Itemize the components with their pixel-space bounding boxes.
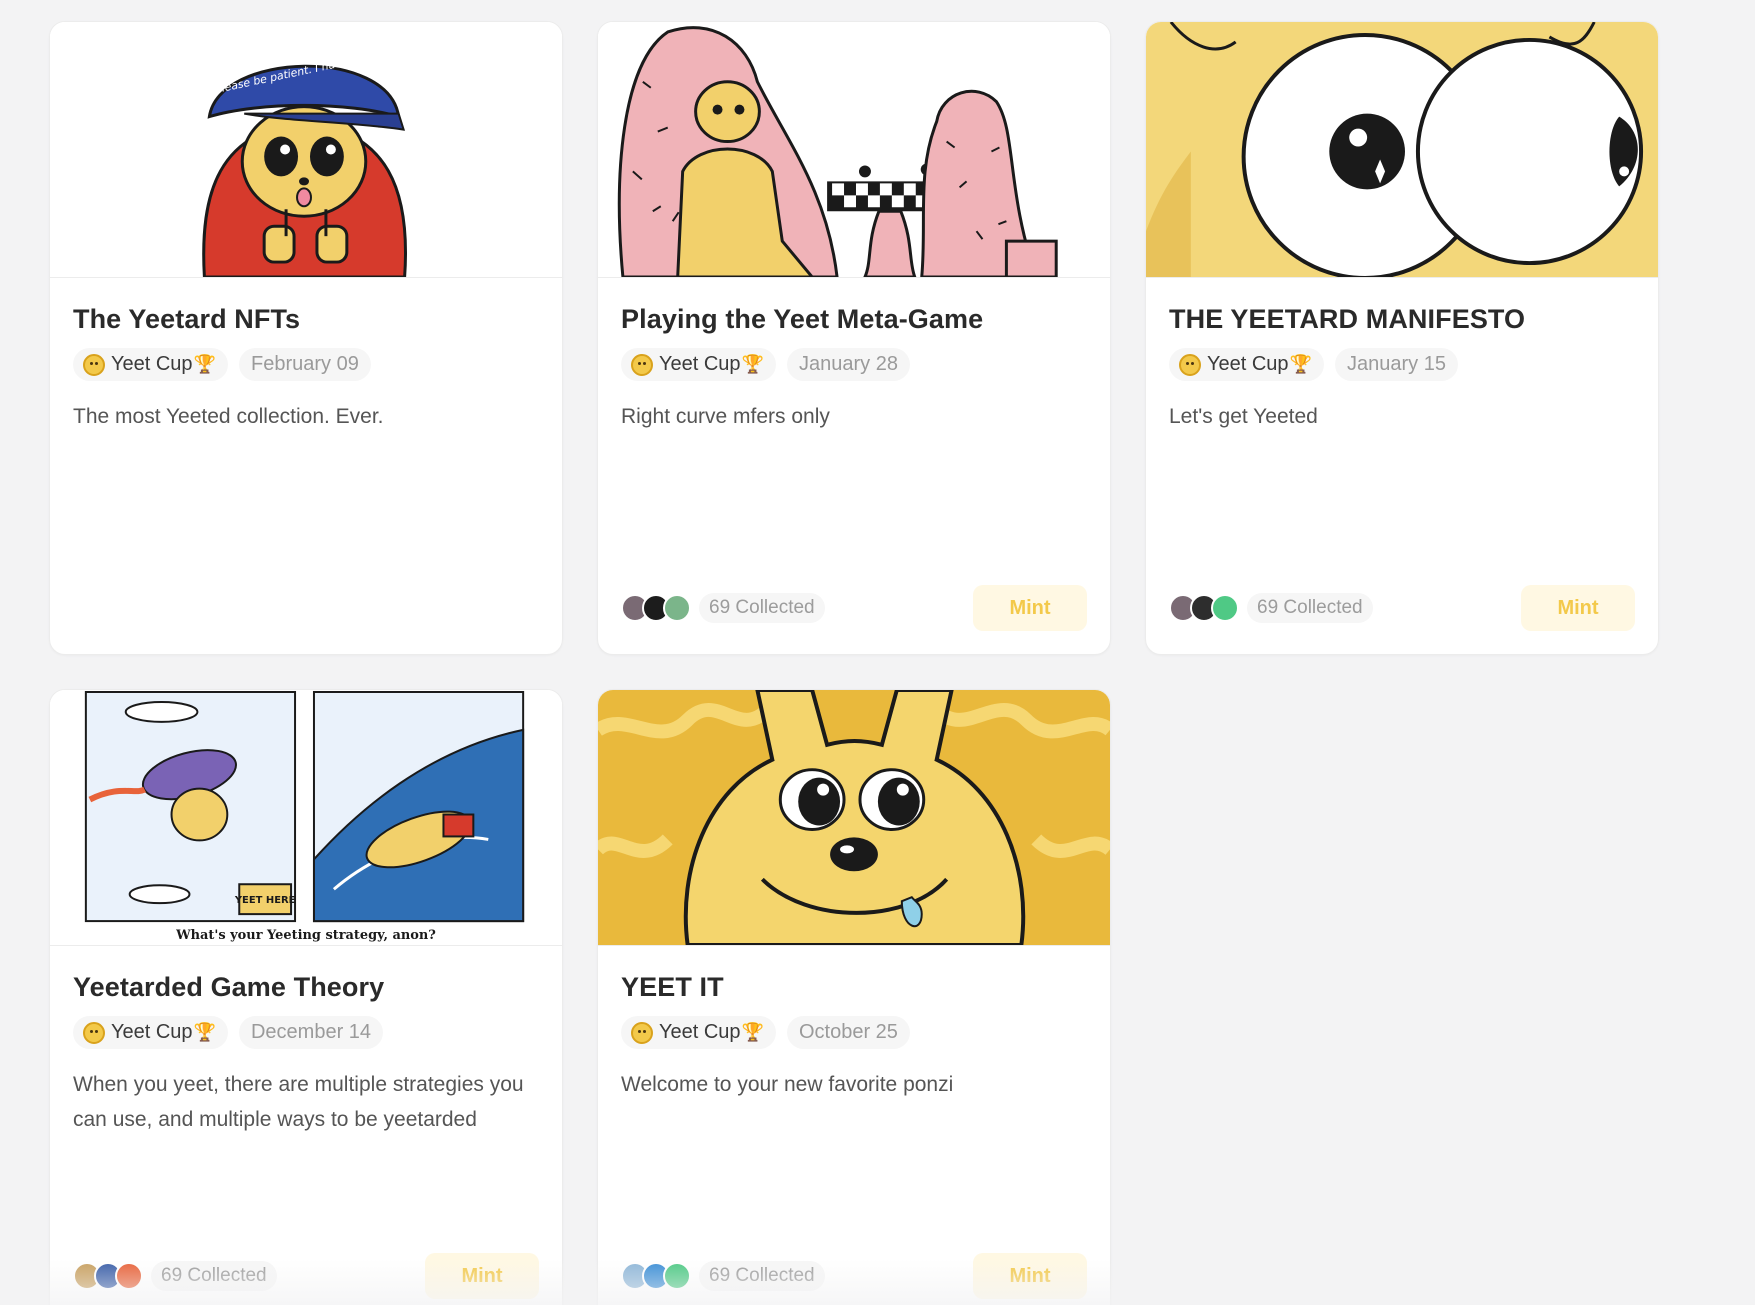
creator-name: Yeet Cup <box>1207 353 1289 375</box>
nft-collection-grid: Please be patient. I have yeetism. The Y… <box>49 21 1659 1305</box>
trophy-icon: 🏆 <box>741 1022 764 1042</box>
collection-description: Let's get Yeeted <box>1169 405 1318 428</box>
collected-count: 69 Collected <box>1247 593 1373 623</box>
collection-description: Right curve mfers only <box>621 405 830 428</box>
date-pill: December 14 <box>238 1016 384 1049</box>
collected-count: 69 Collected <box>151 1261 277 1291</box>
trophy-icon: 🏆 <box>193 1022 216 1042</box>
collection-card-yeet-it[interactable]: YEET IT Yeet Cup 🏆 October 25 Welcome to… <box>597 689 1111 1305</box>
collector-avatars <box>73 1262 143 1290</box>
collected-count: 69 Collected <box>699 1261 825 1291</box>
trophy-icon: 🏆 <box>741 354 764 374</box>
avatar <box>1211 594 1239 622</box>
collection-title[interactable]: Yeetarded Game Theory <box>73 970 539 1004</box>
collection-thumbnail: YEET HERE What's your Yeeting strategy, … <box>50 690 562 946</box>
collectors-summary[interactable]: 69 Collected <box>621 1261 825 1291</box>
mint-button[interactable]: Mint <box>973 585 1087 631</box>
collection-description: The most Yeeted collection. Ever. <box>73 405 384 428</box>
avatar <box>115 1262 143 1290</box>
creator-name: Yeet Cup <box>659 353 741 375</box>
avatar <box>663 594 691 622</box>
collectors-summary[interactable]: 69 Collected <box>73 1261 277 1291</box>
collection-thumbnail <box>598 690 1110 946</box>
yeet-cup-coin-icon <box>631 353 653 376</box>
creator-pill[interactable]: Yeet Cup 🏆 <box>1169 348 1324 381</box>
trophy-icon: 🏆 <box>193 354 216 374</box>
mint-button[interactable]: Mint <box>1521 585 1635 631</box>
collection-title[interactable]: THE YEETARD MANIFESTO <box>1169 302 1635 336</box>
yeet-here-sign: YEET HERE <box>234 895 296 906</box>
collector-avatars <box>1169 594 1239 622</box>
creator-pill[interactable]: Yeet Cup 🏆 <box>73 1016 228 1049</box>
chess-meta-game-illustration <box>598 22 1110 277</box>
collection-title[interactable]: Playing the Yeet Meta-Game <box>621 302 1087 336</box>
collectors-summary[interactable]: 69 Collected <box>1169 593 1373 623</box>
collection-card-yeetard-nfts[interactable]: Please be patient. I have yeetism. The Y… <box>49 21 563 655</box>
collector-avatars <box>621 594 691 622</box>
creator-name: Yeet Cup <box>111 1021 193 1043</box>
creator-pill[interactable]: Yeet Cup 🏆 <box>621 348 776 381</box>
date-pill: January 28 <box>786 348 910 381</box>
trophy-icon: 🏆 <box>1289 354 1312 374</box>
game-theory-comic-illustration: YEET HERE What's your Yeeting strategy, … <box>50 690 562 945</box>
date-pill: February 09 <box>238 348 371 381</box>
creator-name: Yeet Cup <box>659 1021 741 1043</box>
collection-card-yeetard-manifesto[interactable]: THE YEETARD MANIFESTO Yeet Cup 🏆 January… <box>1145 21 1659 655</box>
collection-title[interactable]: The Yeetard NFTs <box>73 302 539 336</box>
collection-description: Welcome to your new favorite ponzi <box>621 1073 954 1096</box>
mint-button[interactable]: Mint <box>425 1253 539 1299</box>
avatar <box>663 1262 691 1290</box>
yeet-face-illustration <box>598 690 1110 945</box>
comic-caption: What's your Yeeting strategy, anon? <box>175 928 436 943</box>
yeet-cup-coin-icon <box>631 1021 653 1044</box>
creator-pill[interactable]: Yeet Cup 🏆 <box>73 348 228 381</box>
collector-avatars <box>621 1262 691 1290</box>
creator-name: Yeet Cup <box>111 353 193 375</box>
big-eyes-illustration <box>1146 22 1658 277</box>
collected-count: 69 Collected <box>699 593 825 623</box>
collection-thumbnail <box>1146 22 1658 278</box>
collection-card-yeet-meta-game[interactable]: Playing the Yeet Meta-Game Yeet Cup 🏆 Ja… <box>597 21 1111 655</box>
mint-button[interactable]: Mint <box>973 1253 1087 1299</box>
collectors-summary[interactable]: 69 Collected <box>621 593 825 623</box>
collection-thumbnail: Please be patient. I have yeetism. <box>50 22 562 278</box>
collection-description: When you yeet, there are multiple strate… <box>73 1073 524 1131</box>
collection-card-yeetarded-game-theory[interactable]: YEET HERE What's your Yeeting strategy, … <box>49 689 563 1305</box>
collection-thumbnail <box>598 22 1110 278</box>
creator-pill[interactable]: Yeet Cup 🏆 <box>621 1016 776 1049</box>
yeetard-hoodie-illustration: Please be patient. I have yeetism. <box>50 22 562 277</box>
yeet-cup-coin-icon <box>83 353 105 376</box>
date-pill: October 25 <box>786 1016 910 1049</box>
yeet-cup-coin-icon <box>83 1021 105 1044</box>
collection-title[interactable]: YEET IT <box>621 970 1087 1004</box>
date-pill: January 15 <box>1334 348 1458 381</box>
yeet-cup-coin-icon <box>1179 353 1201 376</box>
